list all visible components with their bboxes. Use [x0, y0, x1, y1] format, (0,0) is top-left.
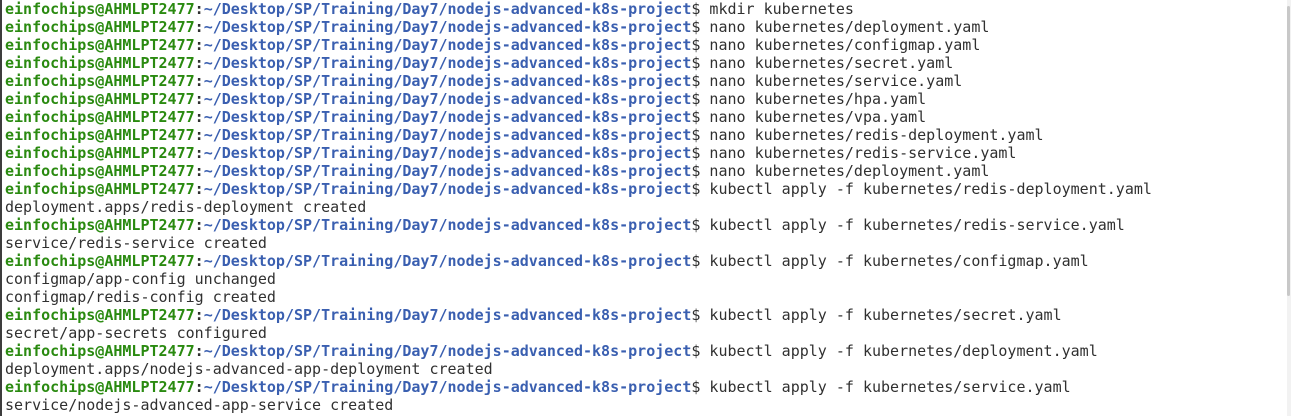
command-line: einfochips@AHMLPT2477:~/Desktop/SP/Train…: [5, 144, 1287, 162]
prompt-path: ~/Desktop/SP/Training/Day7/nodejs-advanc…: [203, 342, 692, 360]
prompt-path: ~/Desktop/SP/Training/Day7/nodejs-advanc…: [203, 378, 692, 396]
command-text: kubectl apply -f kubernetes/secret.yaml: [700, 306, 1062, 324]
command-text: nano kubernetes/secret.yaml: [700, 54, 954, 72]
output-line: service/redis-service created: [5, 234, 1287, 252]
output-text: configmap/redis-config created: [5, 288, 276, 306]
command-line: einfochips@AHMLPT2477:~/Desktop/SP/Train…: [5, 72, 1287, 90]
prompt-separator: :: [194, 144, 204, 162]
command-text: kubectl apply -f kubernetes/redis-servic…: [700, 216, 1125, 234]
prompt-user-host: einfochips@AHMLPT2477: [5, 216, 195, 234]
output-text: service/nodejs-advanced-app-service crea…: [5, 396, 394, 414]
command-text: nano kubernetes/configmap.yaml: [700, 36, 981, 54]
prompt-separator: :: [194, 126, 204, 144]
output-text: configmap/app-config unchanged: [5, 270, 276, 288]
prompt-user-host: einfochips@AHMLPT2477: [5, 162, 195, 180]
prompt-separator: :: [194, 216, 204, 234]
terminal-output: einfochips@AHMLPT2477:~/Desktop/SP/Train…: [5, 0, 1287, 414]
output-line: configmap/app-config unchanged: [5, 270, 1287, 288]
prompt-user-host: einfochips@AHMLPT2477: [5, 306, 195, 324]
prompt-user-host: einfochips@AHMLPT2477: [5, 144, 195, 162]
prompt-separator: :: [194, 378, 204, 396]
command-text: nano kubernetes/vpa.yaml: [700, 108, 927, 126]
command-text: kubectl apply -f kubernetes/service.yaml: [700, 378, 1071, 396]
command-line: einfochips@AHMLPT2477:~/Desktop/SP/Train…: [5, 216, 1287, 234]
prompt-path: ~/Desktop/SP/Training/Day7/nodejs-advanc…: [203, 180, 692, 198]
prompt-user-host: einfochips@AHMLPT2477: [5, 72, 195, 90]
output-line: deployment.apps/nodejs-advanced-app-depl…: [5, 360, 1287, 378]
command-text: nano kubernetes/deployment.yaml: [700, 162, 990, 180]
command-text: nano kubernetes/redis-service.yaml: [700, 144, 1017, 162]
prompt-separator: :: [194, 90, 204, 108]
command-line: einfochips@AHMLPT2477:~/Desktop/SP/Train…: [5, 162, 1287, 180]
command-text: kubectl apply -f kubernetes/deployment.y…: [700, 342, 1098, 360]
command-text: nano kubernetes/hpa.yaml: [700, 90, 927, 108]
prompt-user-host: einfochips@AHMLPT2477: [5, 252, 195, 270]
command-line: einfochips@AHMLPT2477:~/Desktop/SP/Train…: [5, 180, 1287, 198]
command-text: nano kubernetes/redis-deployment.yaml: [700, 126, 1044, 144]
prompt-path: ~/Desktop/SP/Training/Day7/nodejs-advanc…: [203, 144, 692, 162]
prompt-user-host: einfochips@AHMLPT2477: [5, 126, 195, 144]
prompt-user-host: einfochips@AHMLPT2477: [5, 0, 195, 18]
terminal-window[interactable]: einfochips@AHMLPT2477:~/Desktop/SP/Train…: [0, 0, 1287, 416]
prompt-user-host: einfochips@AHMLPT2477: [5, 342, 195, 360]
output-text: deployment.apps/redis-deployment created: [5, 198, 367, 216]
prompt-separator: :: [194, 108, 204, 126]
command-line: einfochips@AHMLPT2477:~/Desktop/SP/Train…: [5, 36, 1287, 54]
command-text: nano kubernetes/deployment.yaml: [700, 18, 990, 36]
command-line: einfochips@AHMLPT2477:~/Desktop/SP/Train…: [5, 18, 1287, 36]
prompt-separator: :: [194, 180, 204, 198]
prompt-user-host: einfochips@AHMLPT2477: [5, 90, 195, 108]
prompt-path: ~/Desktop/SP/Training/Day7/nodejs-advanc…: [203, 126, 692, 144]
command-line: einfochips@AHMLPT2477:~/Desktop/SP/Train…: [5, 54, 1287, 72]
command-text: kubectl apply -f kubernetes/redis-deploy…: [700, 180, 1152, 198]
output-line: configmap/redis-config created: [5, 288, 1287, 306]
terminal-scrollbar[interactable]: [1287, 0, 1291, 416]
output-text: service/redis-service created: [5, 234, 267, 252]
prompt-separator: :: [194, 342, 204, 360]
command-line: einfochips@AHMLPT2477:~/Desktop/SP/Train…: [5, 306, 1287, 324]
prompt-separator: :: [194, 72, 204, 90]
output-line: service/nodejs-advanced-app-service crea…: [5, 396, 1287, 414]
prompt-user-host: einfochips@AHMLPT2477: [5, 378, 195, 396]
output-text: deployment.apps/nodejs-advanced-app-depl…: [5, 360, 493, 378]
prompt-path: ~/Desktop/SP/Training/Day7/nodejs-advanc…: [203, 252, 692, 270]
prompt-user-host: einfochips@AHMLPT2477: [5, 180, 195, 198]
prompt-separator: :: [194, 36, 204, 54]
prompt-path: ~/Desktop/SP/Training/Day7/nodejs-advanc…: [203, 72, 692, 90]
prompt-path: ~/Desktop/SP/Training/Day7/nodejs-advanc…: [203, 18, 692, 36]
prompt-path: ~/Desktop/SP/Training/Day7/nodejs-advanc…: [203, 162, 692, 180]
command-line: einfochips@AHMLPT2477:~/Desktop/SP/Train…: [5, 378, 1287, 396]
prompt-path: ~/Desktop/SP/Training/Day7/nodejs-advanc…: [203, 306, 692, 324]
prompt-path: ~/Desktop/SP/Training/Day7/nodejs-advanc…: [203, 36, 692, 54]
prompt-user-host: einfochips@AHMLPT2477: [5, 18, 195, 36]
command-line: einfochips@AHMLPT2477:~/Desktop/SP/Train…: [5, 108, 1287, 126]
command-text: kubectl apply -f kubernetes/configmap.ya…: [700, 252, 1089, 270]
prompt-separator: :: [194, 306, 204, 324]
output-text: secret/app-secrets configured: [5, 324, 267, 342]
prompt-path: ~/Desktop/SP/Training/Day7/nodejs-advanc…: [203, 54, 692, 72]
prompt-user-host: einfochips@AHMLPT2477: [5, 54, 195, 72]
prompt-path: ~/Desktop/SP/Training/Day7/nodejs-advanc…: [203, 216, 692, 234]
command-text: mkdir kubernetes: [700, 0, 854, 18]
prompt-path: ~/Desktop/SP/Training/Day7/nodejs-advanc…: [203, 108, 692, 126]
prompt-path: ~/Desktop/SP/Training/Day7/nodejs-advanc…: [203, 90, 692, 108]
command-line: einfochips@AHMLPT2477:~/Desktop/SP/Train…: [5, 0, 1287, 18]
prompt-path: ~/Desktop/SP/Training/Day7/nodejs-advanc…: [203, 0, 692, 18]
output-line: deployment.apps/redis-deployment created: [5, 198, 1287, 216]
prompt-separator: :: [194, 0, 204, 18]
prompt-user-host: einfochips@AHMLPT2477: [5, 36, 195, 54]
prompt-separator: :: [194, 18, 204, 36]
prompt-separator: :: [194, 162, 204, 180]
prompt-separator: :: [194, 54, 204, 72]
scrollbar-thumb[interactable]: [1287, 6, 1290, 296]
output-line: secret/app-secrets configured: [5, 324, 1287, 342]
command-text: nano kubernetes/service.yaml: [700, 72, 963, 90]
command-line: einfochips@AHMLPT2477:~/Desktop/SP/Train…: [5, 342, 1287, 360]
command-line: einfochips@AHMLPT2477:~/Desktop/SP/Train…: [5, 126, 1287, 144]
command-line: einfochips@AHMLPT2477:~/Desktop/SP/Train…: [5, 90, 1287, 108]
command-line: einfochips@AHMLPT2477:~/Desktop/SP/Train…: [5, 252, 1287, 270]
prompt-user-host: einfochips@AHMLPT2477: [5, 108, 195, 126]
prompt-separator: :: [194, 252, 204, 270]
